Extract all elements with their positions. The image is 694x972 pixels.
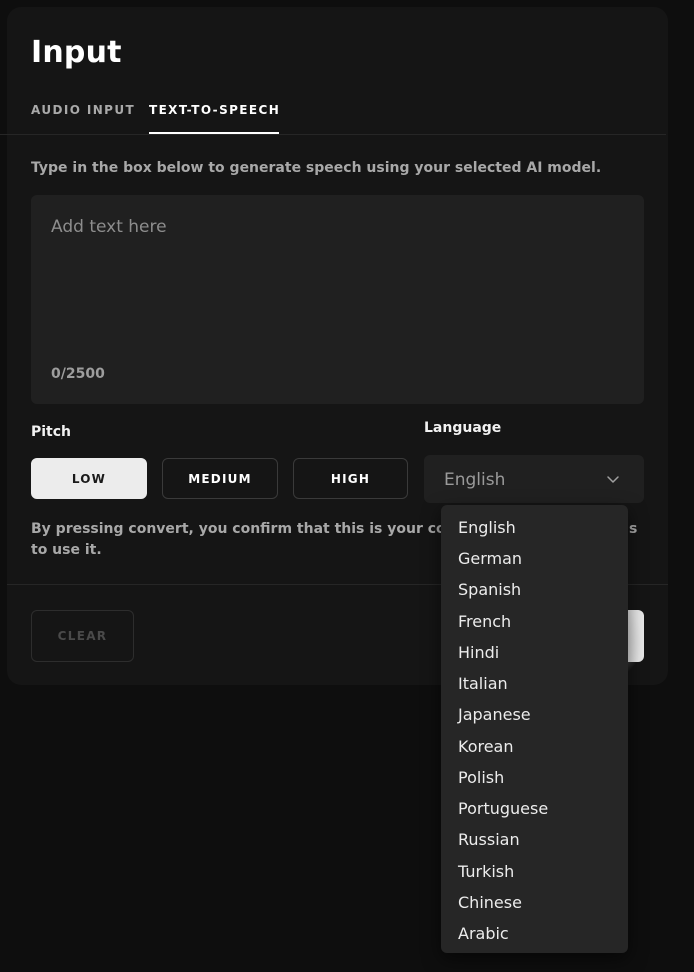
language-option-spanish[interactable]: Spanish: [458, 580, 521, 599]
language-option-polish[interactable]: Polish: [458, 768, 504, 787]
text-input-placeholder: Add text here: [51, 217, 167, 237]
active-tab-indicator: [149, 132, 279, 134]
tab-audio-input[interactable]: AUDIO INPUT: [31, 103, 135, 117]
tab-bar: AUDIO INPUT TEXT-TO-SPEECH: [0, 94, 666, 135]
disclaimer-line1-tail: s: [629, 521, 638, 537]
clear-button[interactable]: CLEAR: [31, 610, 134, 662]
language-option-arabic[interactable]: Arabic: [458, 924, 509, 943]
language-option-korean[interactable]: Korean: [458, 737, 514, 756]
pitch-low-button[interactable]: LOW: [31, 458, 147, 499]
character-counter: 0/2500: [51, 366, 105, 382]
language-option-portuguese[interactable]: Portuguese: [458, 799, 548, 818]
tab-text-to-speech[interactable]: TEXT-TO-SPEECH: [149, 103, 280, 117]
chevron-down-icon: [607, 476, 619, 483]
pitch-label: Pitch: [31, 424, 72, 440]
language-option-english[interactable]: English: [458, 518, 516, 537]
language-select[interactable]: English: [424, 455, 644, 503]
disclaimer-line1: By pressing convert, you confirm that th…: [31, 521, 472, 537]
language-option-russian[interactable]: Russian: [458, 830, 520, 849]
language-option-chinese[interactable]: Chinese: [458, 893, 522, 912]
disclaimer-line2: to use it.: [31, 542, 102, 558]
language-select-value: English: [444, 470, 506, 490]
language-option-hindi[interactable]: Hindi: [458, 643, 499, 662]
pitch-high-button[interactable]: HIGH: [293, 458, 408, 499]
language-option-italian[interactable]: Italian: [458, 674, 508, 693]
language-label: Language: [424, 420, 502, 436]
language-option-turkish[interactable]: Turkish: [458, 862, 514, 881]
page-title: Input: [31, 35, 122, 70]
language-dropdown-menu: English German Spanish French Hindi Ital…: [441, 505, 628, 953]
language-option-japanese[interactable]: Japanese: [458, 705, 531, 724]
text-input-area[interactable]: Add text here 0/2500: [31, 195, 644, 404]
language-option-french[interactable]: French: [458, 612, 511, 631]
pitch-medium-button[interactable]: MEDIUM: [162, 458, 278, 499]
language-option-german[interactable]: German: [458, 549, 522, 568]
instruction-text: Type in the box below to generate speech…: [31, 160, 602, 176]
